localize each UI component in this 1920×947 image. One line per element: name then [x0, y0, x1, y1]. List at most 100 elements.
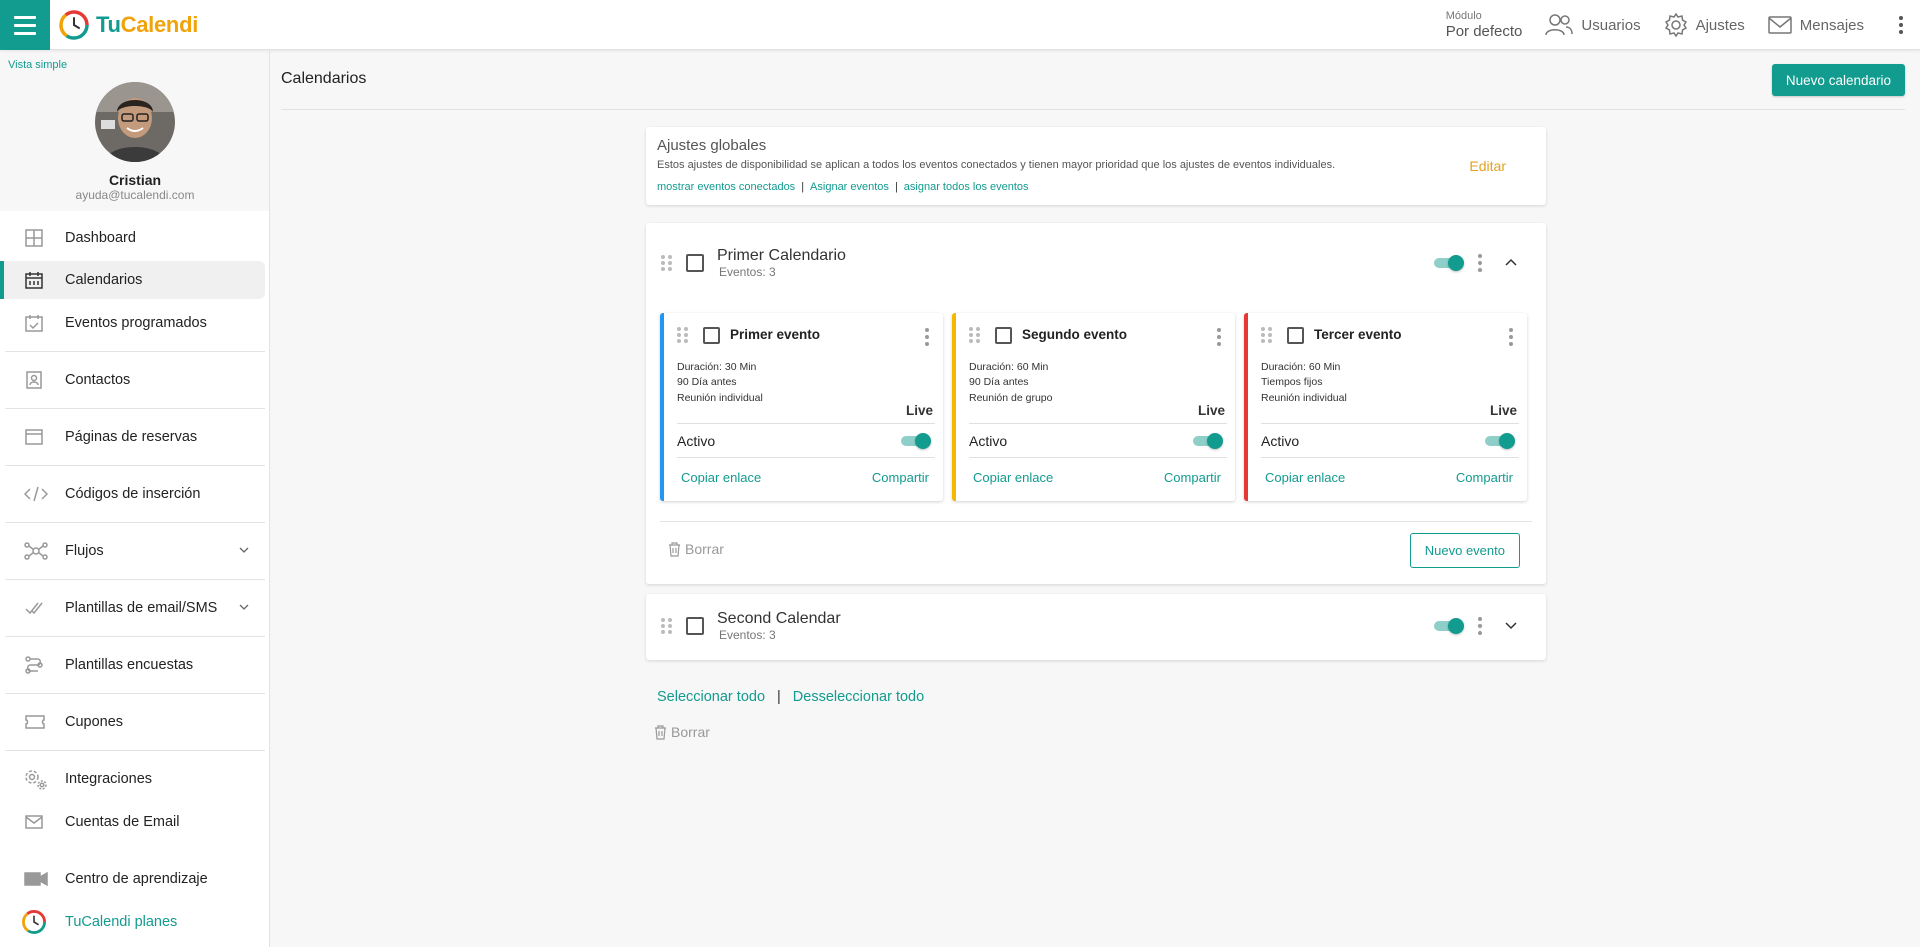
sidebar-divider — [5, 522, 265, 523]
sidebar-item-plantillas-encuestas[interactable]: Plantillas encuestas — [0, 646, 265, 684]
dot-icon — [661, 630, 665, 634]
sidebar-item-label: Centro de aprendizaje — [65, 871, 208, 887]
dot-icon — [1261, 327, 1265, 331]
event-active-toggle[interactable] — [1193, 431, 1223, 451]
new-event-button[interactable]: Nuevo evento — [1409, 533, 1520, 568]
simple-view-link[interactable]: Vista simple — [8, 59, 67, 71]
show-connected-events-link[interactable]: mostrar eventos conectados — [657, 181, 795, 193]
dot-icon — [661, 255, 665, 259]
trash-icon — [669, 541, 680, 557]
drag-handle-icon[interactable] — [1261, 327, 1272, 343]
hamburger-icon-line — [14, 23, 36, 27]
event-active-label: Activo — [1261, 433, 1300, 449]
global-settings-description: Estos ajustes de disponibilidad se aplic… — [657, 159, 1336, 171]
event-checkbox[interactable] — [1287, 327, 1304, 344]
settings-label: Ajustes — [1695, 16, 1745, 34]
link-separator: | — [777, 689, 781, 705]
calendar-checkbox[interactable] — [686, 254, 704, 272]
copy-link-button[interactable]: Copiar enlace — [1265, 470, 1345, 485]
deselect-all-link[interactable]: Desseleccionar todo — [793, 689, 924, 705]
logo-text-tu: Tu — [96, 12, 121, 37]
dot-icon — [1217, 328, 1221, 332]
sidebar-item-codigos-insercion[interactable]: Códigos de inserción — [0, 475, 265, 513]
sidebar-item-label: Cupones — [65, 714, 124, 730]
event-options-icon[interactable] — [924, 328, 930, 346]
copy-link-button[interactable]: Copiar enlace — [681, 470, 761, 485]
assign-all-events-link[interactable]: asignar todos los eventos — [904, 181, 1029, 193]
dot-icon — [661, 267, 665, 271]
dot-icon — [668, 267, 672, 271]
calendar-active-toggle[interactable] — [1434, 253, 1464, 273]
sidebar-item-calendarios[interactable]: Calendarios — [0, 261, 265, 299]
share-button[interactable]: Compartir — [1164, 470, 1221, 485]
global-settings-title: Ajustes globales — [657, 137, 767, 154]
coupon-icon — [24, 712, 45, 732]
sidebar-item-flujos[interactable]: Flujos — [0, 532, 265, 570]
dot-icon — [668, 255, 672, 259]
event-window: 90 Día antes — [969, 376, 1029, 388]
event-card: Segundo evento Duración: 60 Min 90 Día a… — [952, 313, 1235, 501]
delete-events-button[interactable]: Borrar — [668, 541, 724, 557]
event-active-label: Activo — [677, 433, 716, 449]
sidebar-item-tucalendi-planes[interactable]: TuCalendi planes — [0, 903, 265, 941]
drag-handle-icon[interactable] — [677, 327, 688, 343]
dot-icon — [668, 624, 672, 628]
sidebar-item-dashboard[interactable]: Dashboard — [0, 219, 265, 257]
sidebar-item-contactos[interactable]: Contactos — [0, 361, 265, 399]
assign-events-link[interactable]: Asignar eventos — [810, 181, 889, 193]
dot-icon — [661, 261, 665, 265]
drag-handle-icon[interactable] — [969, 327, 980, 343]
calendar-name: Primer Calendario — [717, 247, 846, 264]
toggle-knob — [915, 433, 931, 449]
menu-toggle-button[interactable] — [0, 0, 50, 50]
event-checkbox[interactable] — [703, 327, 720, 344]
dot-icon — [1261, 339, 1265, 343]
event-checkbox[interactable] — [995, 327, 1012, 344]
sidebar-item-cupones[interactable]: Cupones — [0, 703, 265, 741]
video-camera-icon — [24, 869, 48, 889]
delete-calendars-button[interactable]: Borrar — [654, 724, 710, 740]
event-options-icon[interactable] — [1508, 328, 1514, 346]
dot-icon — [969, 327, 973, 331]
chevron-down-icon[interactable] — [1504, 619, 1518, 633]
share-button[interactable]: Compartir — [872, 470, 929, 485]
settings-link[interactable]: Ajustes — [1663, 12, 1745, 38]
event-active-toggle[interactable] — [901, 431, 931, 451]
sidebar-item-cuentas-email[interactable]: Cuentas de Email — [0, 803, 265, 841]
sidebar-divider — [5, 636, 265, 637]
sidebar-item-centro-aprendizaje[interactable]: Centro de aprendizaje — [0, 860, 265, 898]
new-calendar-button[interactable]: Nuevo calendario — [1771, 64, 1905, 96]
calendar-options-icon[interactable] — [1477, 254, 1483, 272]
dot-icon — [969, 333, 973, 337]
event-active-toggle[interactable] — [1485, 431, 1515, 451]
drag-handle-icon[interactable] — [661, 618, 672, 634]
users-link[interactable]: Usuarios — [1544, 12, 1641, 38]
more-options-button[interactable] — [1886, 16, 1916, 34]
select-all-link[interactable]: Seleccionar todo — [657, 689, 765, 705]
messages-link[interactable]: Mensajes — [1767, 14, 1864, 36]
dot-icon — [969, 339, 973, 343]
module-value: Por defecto — [1445, 23, 1523, 40]
module-selector[interactable]: Módulo Por defecto — [1445, 11, 1523, 40]
share-button[interactable]: Compartir — [1456, 470, 1513, 485]
sidebar-item-integraciones[interactable]: Integraciones — [0, 760, 265, 798]
event-options-icon[interactable] — [1216, 328, 1222, 346]
calendar-active-toggle[interactable] — [1434, 616, 1464, 636]
calendar-checkbox[interactable] — [686, 617, 704, 635]
chevron-up-icon[interactable] — [1504, 255, 1518, 269]
sidebar-item-plantillas-email-sms[interactable]: Plantillas de email/SMS — [0, 589, 265, 627]
sidebar-item-label: Calendarios — [65, 272, 143, 288]
calendar-event-count: Eventos: 3 — [719, 265, 776, 279]
dot-icon — [1478, 631, 1482, 635]
edit-global-settings-button[interactable]: Editar — [1469, 158, 1506, 174]
double-check-icon — [24, 598, 44, 618]
calendar-options-icon[interactable] — [1477, 617, 1483, 635]
sidebar-item-eventos-programados[interactable]: Eventos programados — [0, 304, 265, 342]
avatar[interactable] — [95, 82, 175, 162]
event-type: Reunión individual — [677, 392, 763, 404]
app-logo[interactable]: TuCalendi — [58, 9, 198, 41]
copy-link-button[interactable]: Copiar enlace — [973, 470, 1053, 485]
drag-handle-icon[interactable] — [661, 255, 672, 271]
sidebar-divider — [5, 408, 265, 409]
sidebar-item-paginas-reservas[interactable]: Páginas de reservas — [0, 418, 265, 456]
